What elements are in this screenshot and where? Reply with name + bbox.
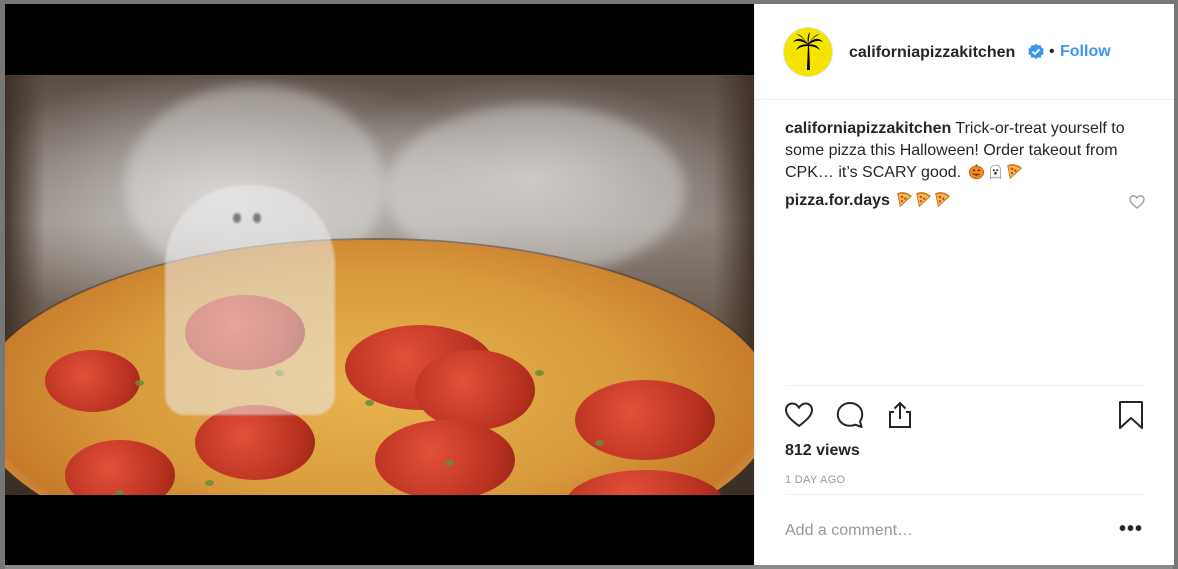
- follow-button[interactable]: Follow: [1060, 43, 1111, 61]
- herb: [365, 400, 374, 406]
- post-timestamp: 1 DAY AGO: [785, 474, 846, 486]
- caption-username[interactable]: californiapizzakitchen: [785, 120, 951, 137]
- herb: [535, 370, 544, 376]
- pizza-video-frame: [5, 75, 754, 495]
- separator-dot: •: [1049, 43, 1055, 60]
- comment-item: pizza.for.days: [785, 191, 951, 210]
- post-header: californiapizzakitchen • Follow: [755, 4, 1174, 100]
- herb: [445, 460, 454, 466]
- pepperoni: [45, 350, 140, 412]
- more-options-button[interactable]: •••: [1119, 518, 1143, 541]
- post-details-panel: californiapizzakitchen • Follow californ…: [754, 4, 1174, 565]
- pizza-icon: [916, 192, 932, 208]
- post-username[interactable]: californiapizzakitchen: [849, 44, 1015, 62]
- divider: [785, 494, 1145, 495]
- pepperoni: [565, 470, 725, 495]
- share-icon[interactable]: [884, 399, 916, 431]
- ghost-icon: [989, 164, 1001, 180]
- divider: [785, 385, 1145, 386]
- view-count[interactable]: 812 views: [785, 442, 860, 460]
- comment-username[interactable]: pizza.for.days: [785, 192, 890, 209]
- pepperoni: [65, 440, 175, 495]
- comment-bubble-icon[interactable]: [834, 399, 866, 431]
- pizza-icon: [897, 192, 913, 208]
- comment-like-heart-icon[interactable]: [1129, 194, 1145, 210]
- palm-tree-icon: [793, 32, 823, 70]
- bookmark-icon[interactable]: [1115, 399, 1147, 431]
- post-caption: californiapizzakitchen Trick-or-treat yo…: [785, 118, 1135, 184]
- jack-o-lantern-icon: [968, 164, 984, 180]
- pepperoni: [575, 380, 715, 460]
- pepperoni: [415, 350, 535, 430]
- ghost-eye: [253, 213, 261, 223]
- pepperoni: [375, 420, 515, 495]
- herb: [115, 490, 124, 495]
- avatar[interactable]: [783, 27, 833, 77]
- herb: [135, 380, 144, 386]
- pizza-icon: [1006, 164, 1022, 180]
- verified-badge-icon: [1028, 43, 1044, 59]
- add-comment-input[interactable]: Add a comment…: [785, 522, 913, 540]
- pizza-icon: [935, 192, 951, 208]
- heart-icon[interactable]: [783, 399, 815, 431]
- post-video[interactable]: [5, 4, 754, 565]
- herb: [205, 480, 214, 486]
- ghost-eye: [233, 213, 241, 223]
- ghost-overlay: [165, 185, 335, 415]
- pepperoni: [195, 405, 315, 480]
- herb: [595, 440, 604, 446]
